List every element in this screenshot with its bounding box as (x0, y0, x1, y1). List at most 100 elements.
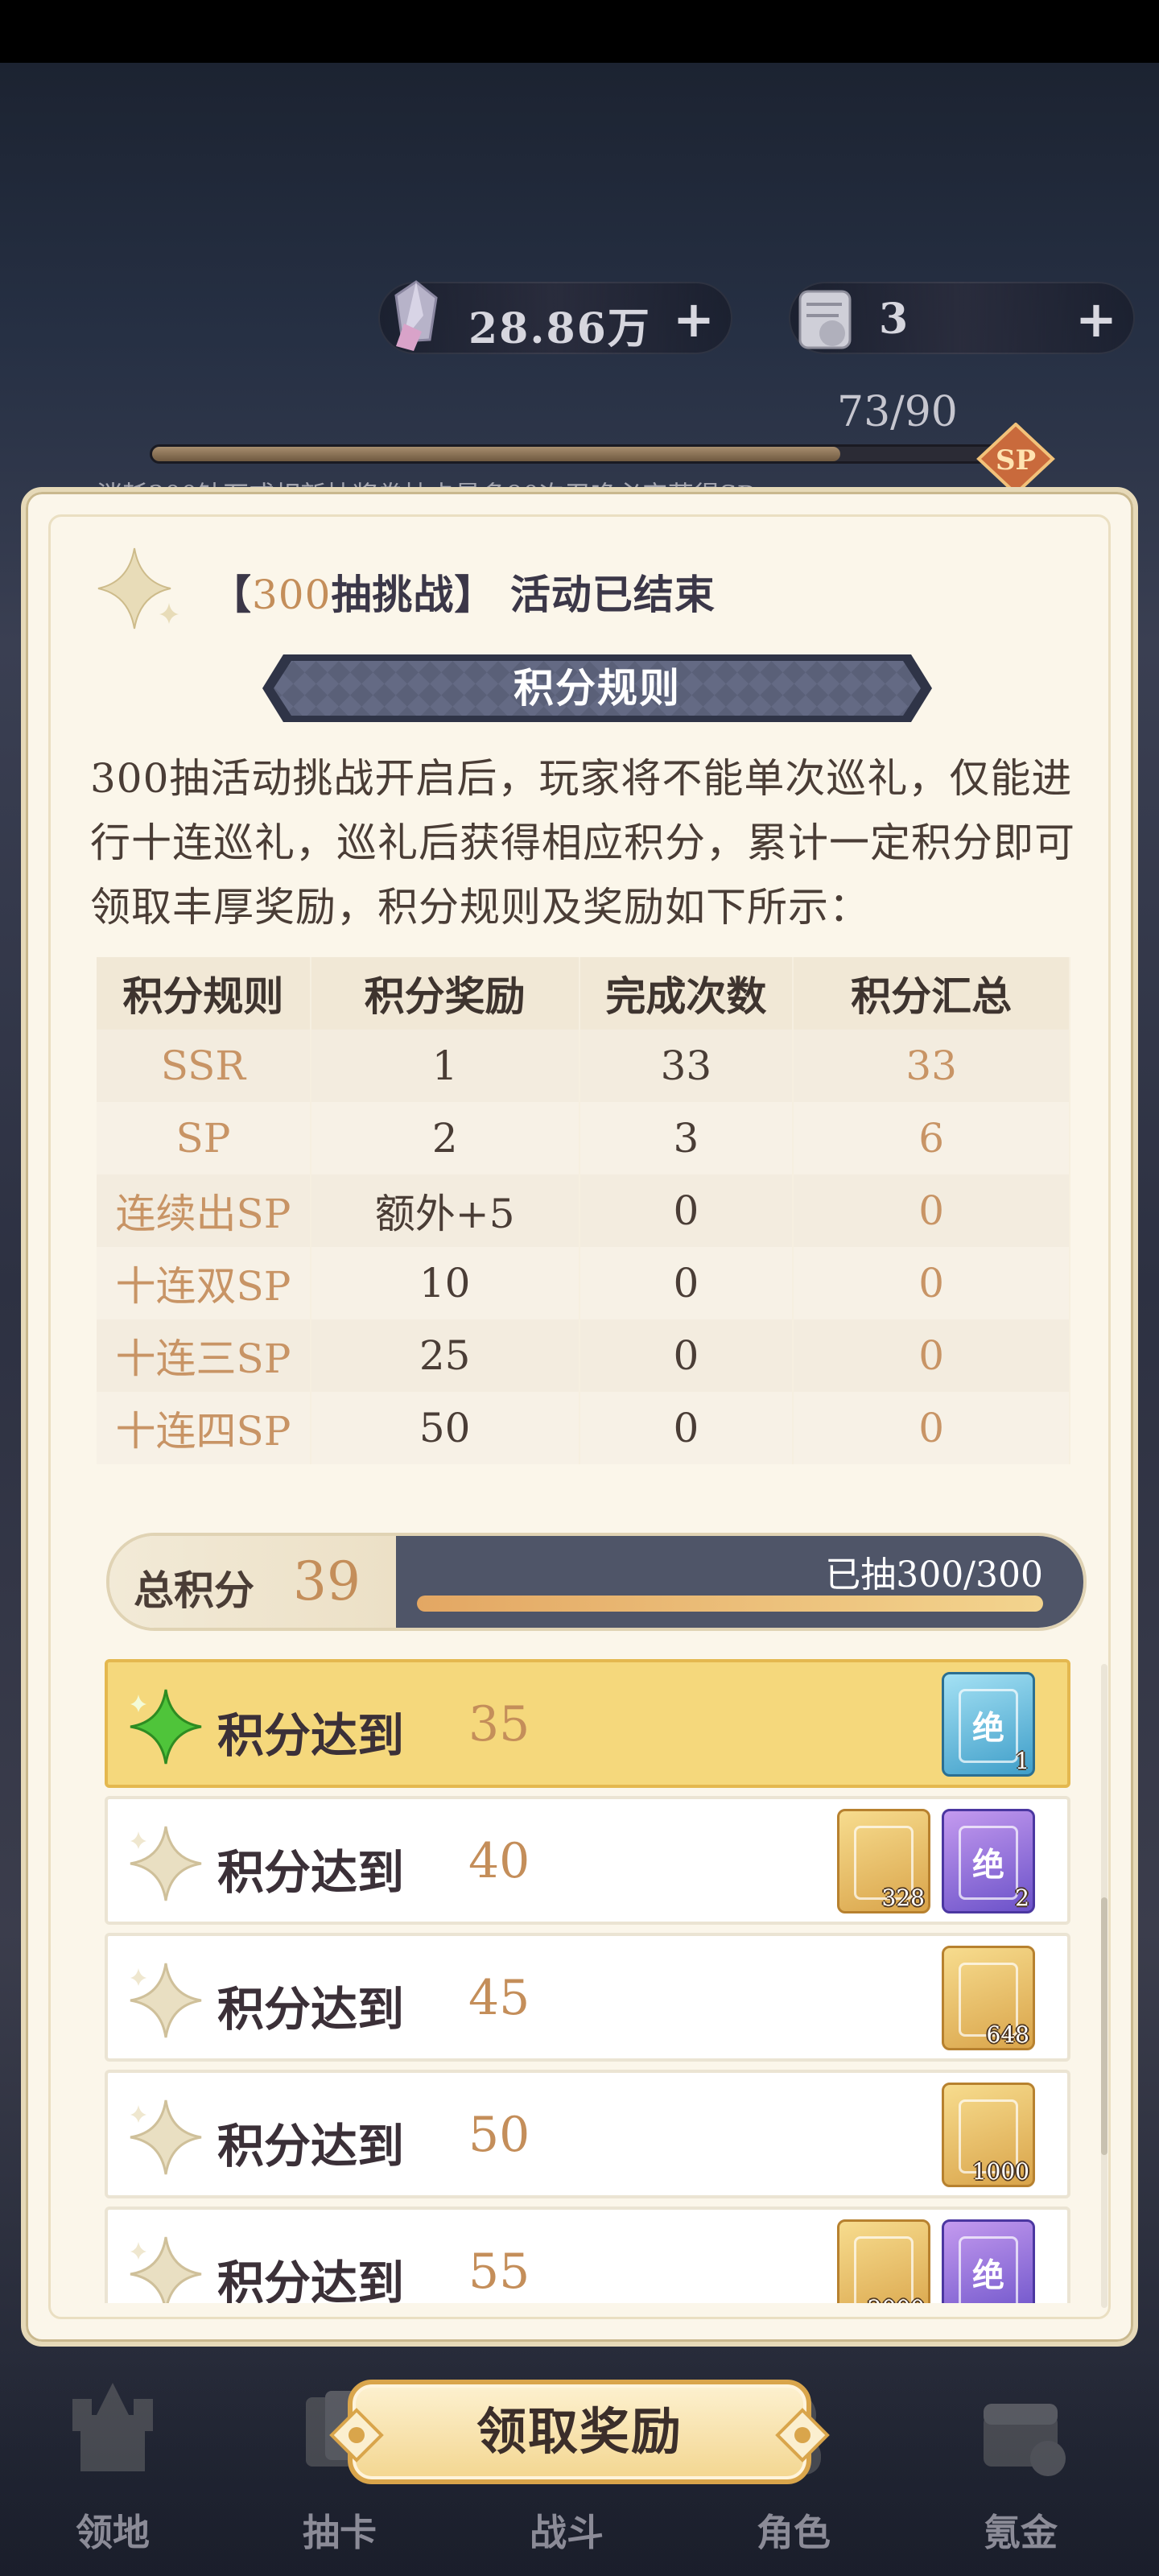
milestone-row[interactable]: 积分达到 50 1000 (105, 2070, 1070, 2198)
total-score-value: 39 (293, 1550, 361, 1612)
milestone-label: 积分达到 (217, 1845, 405, 1900)
reward-item[interactable]: 绝 (942, 2219, 1035, 2303)
milestone-target: 55 (468, 2244, 530, 2300)
sparkle-icon (130, 2236, 202, 2303)
crystal-amount: 28.86万 (468, 304, 651, 353)
points-cell: 10 (310, 1247, 580, 1319)
claim-button-label: 领取奖励 (476, 2402, 683, 2461)
status-bar (0, 0, 1159, 63)
title-bracket: 【 (211, 571, 252, 618)
table-row: 十连三SP 25 0 0 (97, 1319, 1070, 1392)
reward-count: 648 (986, 2021, 1029, 2048)
rule-cell: SSR (97, 1030, 311, 1102)
challenge-modal: 【300抽挑战】 活动已结束 积分规则 300抽活动挑战开启后，玩家将不能单次巡… (21, 487, 1138, 2347)
milestone-row[interactable]: 积分达到 45 648 (105, 1933, 1070, 2062)
count-cell: 0 (579, 1319, 794, 1392)
header-rule: 积分规则 (97, 957, 311, 1030)
header-points: 积分奖励 (310, 957, 580, 1030)
sum-cell: 0 (793, 1319, 1070, 1392)
reward-item[interactable]: 648 (942, 1946, 1035, 2050)
table-row: 十连四SP 50 0 0 (97, 1392, 1070, 1464)
milestone-list[interactable]: 积分达到 35 绝 1 积分达到 40 328 绝 2 积分达到 45 648 积分达… (105, 1659, 1085, 2303)
title-text: 抽挑战】 活动已结束 (331, 571, 716, 618)
sp-progress-track (150, 444, 1003, 464)
rule-cell: 十连四SP (97, 1392, 311, 1464)
gold-card-icon (854, 2236, 914, 2303)
sum-cell: 0 (793, 1174, 1070, 1247)
reward-item[interactable]: 绝 1 (942, 1672, 1035, 1777)
rule-cell: 十连三SP (97, 1319, 311, 1392)
milestone-row[interactable]: 积分达到 40 328 绝 2 (105, 1796, 1070, 1925)
sp-progress-label: 73/90 (837, 388, 958, 436)
nav-label: 角色 (757, 2511, 831, 2554)
header-count: 完成次数 (579, 957, 794, 1030)
reward-count: 328 (881, 1885, 925, 1911)
table-row: SP 2 3 6 (97, 1102, 1070, 1174)
ticket-amount: 3 (879, 295, 910, 344)
scrollbar-thumb[interactable] (1101, 1897, 1107, 2155)
sum-cell: 0 (793, 1247, 1070, 1319)
nav-item-4[interactable]: 氪金 (932, 2375, 1109, 2560)
milestone-label: 积分达到 (217, 2119, 405, 2174)
reward-count: 1000 (971, 2158, 1029, 2185)
nav-label: 战斗 (530, 2511, 604, 2554)
ribbon-title: 积分规则 (514, 664, 681, 712)
draw-count-label: 已抽300/300 (825, 1554, 1043, 1596)
table-header-row: 积分规则 积分奖励 完成次数 积分汇总 (97, 957, 1070, 1030)
milestone-target: 40 (468, 1833, 530, 1889)
table-row: 连续出SP 额外+5 0 0 (97, 1174, 1070, 1247)
rules-table: 积分规则 积分奖励 完成次数 积分汇总 SSR 1 33 33 SP 2 3 6 连续出SP 额外… (97, 957, 1070, 1464)
sum-cell: 6 (793, 1102, 1070, 1174)
milestone-label: 积分达到 (217, 1708, 405, 1763)
reward-count: 1 (1015, 1748, 1029, 1774)
claim-reward-button[interactable]: 领取奖励 (329, 2380, 830, 2484)
table-row: SSR 1 33 33 (97, 1030, 1070, 1102)
rule-cell: 十连双SP (97, 1247, 311, 1319)
milestone-target: 45 (468, 1970, 530, 2026)
milestone-target: 35 (468, 1696, 530, 1752)
reward-item[interactable]: 2000 (837, 2219, 930, 2303)
rules-description: 300抽活动挑战开启后，玩家将不能单次巡礼，仅能进行十连巡礼，巡礼后获得相应积分… (90, 755, 1075, 931)
table-row: 十连双SP 10 0 0 (97, 1247, 1070, 1319)
milestone-label: 积分达到 (217, 1982, 405, 2037)
scroll-ticket-icon (798, 290, 852, 349)
header-sum: 积分汇总 (793, 957, 1070, 1030)
milestone-row[interactable]: 积分达到 35 绝 1 (105, 1659, 1070, 1788)
title-number: 300 (252, 572, 332, 618)
points-cell: 25 (310, 1319, 580, 1392)
sparkle-icon (97, 547, 179, 630)
sparkle-icon (130, 1963, 202, 2038)
draw-progress-panel: 已抽300/300 (396, 1536, 1083, 1628)
nav-label: 领地 (76, 2511, 150, 2554)
castle-icon (72, 2383, 153, 2471)
add-ticket-button[interactable]: + (1075, 290, 1117, 349)
reward-card-icon: 绝 (959, 1689, 1018, 1763)
nav-item-0[interactable]: 领地 (24, 2375, 201, 2560)
treasure-chest-icon (984, 2404, 1066, 2476)
crystal-icon (394, 280, 438, 351)
ticket-currency: 3 + (789, 282, 1135, 354)
count-cell: 0 (579, 1392, 794, 1464)
sparkle-icon (130, 1826, 202, 1901)
reward-card-icon: 绝 (959, 1826, 1018, 1900)
sparkle-icon (130, 2099, 202, 2175)
count-cell: 3 (579, 1102, 794, 1174)
reward-item[interactable]: 1000 (942, 2083, 1035, 2187)
milestone-row[interactable]: 积分达到 55 2000 绝 (105, 2207, 1070, 2303)
draw-progress-fill (417, 1596, 1043, 1612)
reward-item[interactable]: 绝 2 (942, 1809, 1035, 1913)
points-cell: 1 (310, 1030, 580, 1102)
reward-item[interactable]: 328 (837, 1809, 930, 1913)
count-cell: 0 (579, 1174, 794, 1247)
points-cell: 50 (310, 1392, 580, 1464)
rule-cell: SP (97, 1102, 311, 1174)
nav-label: 抽卡 (303, 2511, 377, 2554)
points-cell: 额外+5 (310, 1174, 580, 1247)
milestone-scrollbar[interactable] (1101, 1664, 1107, 2308)
sparkle-active-icon (130, 1689, 202, 1765)
total-score-bar: 总积分 39 已抽300/300 (106, 1533, 1087, 1631)
total-score-label: 总积分 (134, 1567, 254, 1614)
milestone-label: 积分达到 (217, 2256, 405, 2303)
reward-count: 2000 (868, 2295, 925, 2303)
add-crystal-button[interactable]: + (673, 290, 715, 349)
